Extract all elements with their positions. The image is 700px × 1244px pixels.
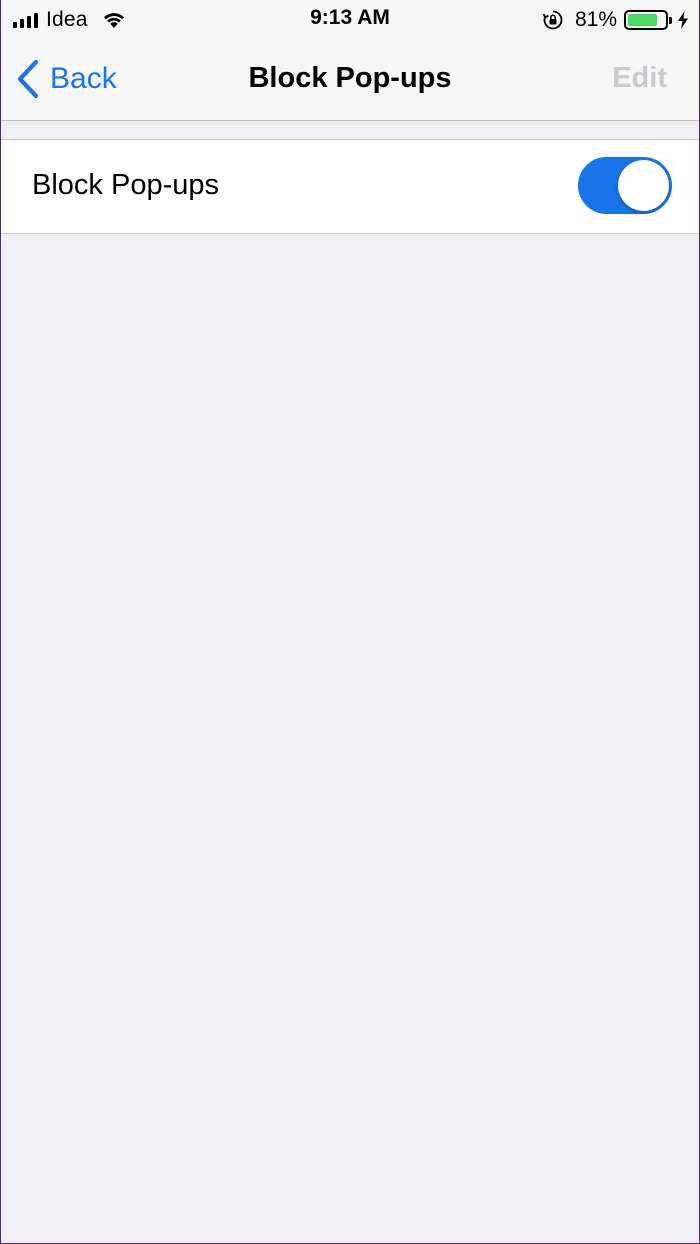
charging-bolt-icon [678, 11, 688, 29]
battery-icon [624, 10, 672, 30]
edit-button[interactable]: Edit [612, 62, 667, 95]
rotation-lock-icon [542, 10, 563, 30]
phone-screen: Idea 9:13 AM 81% Back Block Pop-ups Edit… [0, 0, 700, 1244]
battery-tip [669, 17, 672, 24]
status-bar-right: 81% [542, 7, 689, 33]
battery-level-fill [628, 14, 658, 26]
block-popups-toggle[interactable] [578, 157, 672, 214]
navigation-bar: Back Block Pop-ups Edit [1, 40, 699, 121]
block-popups-label: Block Pop-ups [32, 169, 219, 201]
page-title: Block Pop-ups [248, 62, 452, 94]
battery-percentage: 81% [574, 8, 617, 31]
settings-group: Block Pop-ups [1, 139, 699, 234]
toggle-knob [618, 160, 669, 211]
status-bar: Idea 9:13 AM 81% [1, 0, 699, 40]
